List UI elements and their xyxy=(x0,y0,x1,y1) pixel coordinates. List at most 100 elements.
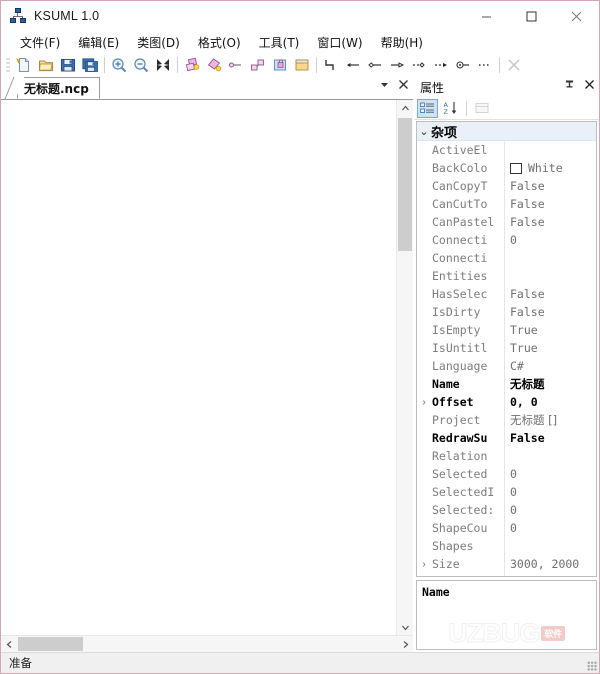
table-row[interactable]: ActiveEl xyxy=(417,141,596,159)
property-value[interactable]: 0 xyxy=(505,519,596,537)
table-row[interactable]: Project 无标题 [] xyxy=(417,411,596,429)
property-value[interactable]: 0 xyxy=(505,465,596,483)
zoom-out-icon[interactable] xyxy=(130,54,152,76)
pin-icon[interactable] xyxy=(564,79,575,93)
table-row[interactable]: CanCutTo False xyxy=(417,195,596,213)
save-all-icon[interactable] xyxy=(79,54,101,76)
property-value[interactable]: True xyxy=(505,321,596,339)
property-value[interactable]: False xyxy=(505,303,596,321)
property-value[interactable]: 无标题 [] xyxy=(505,411,596,429)
property-value[interactable] xyxy=(505,249,596,267)
fit-to-window-icon[interactable] xyxy=(152,54,174,76)
table-row[interactable]: SelectedI 0 xyxy=(417,483,596,501)
property-value[interactable]: C# xyxy=(505,357,596,375)
property-pages-button[interactable] xyxy=(472,99,493,118)
property-value[interactable]: 无标题 xyxy=(505,375,596,393)
table-row[interactable]: CanPastel False xyxy=(417,213,596,231)
table-row[interactable]: Language C# xyxy=(417,357,596,375)
property-category-misc[interactable]: ⌄ 杂项 xyxy=(417,122,596,141)
tab-close-icon[interactable] xyxy=(398,79,409,90)
property-value[interactable]: False xyxy=(505,177,596,195)
row-expander-icon[interactable]: › xyxy=(417,559,431,570)
table-row[interactable]: RedrawSu False xyxy=(417,429,596,447)
table-row[interactable]: IsEmpty True xyxy=(417,321,596,339)
diagram-canvas[interactable] xyxy=(1,100,396,635)
horizontal-scroll-thumb[interactable] xyxy=(18,637,83,651)
resize-grip[interactable] xyxy=(587,661,597,671)
tab-list-dropdown-icon[interactable] xyxy=(379,79,390,90)
dashed-arrow-icon[interactable] xyxy=(430,54,452,76)
arrow-filled-icon[interactable] xyxy=(342,54,364,76)
category-expander-icon[interactable]: ⌄ xyxy=(417,125,431,138)
table-row[interactable]: IsUntitl True xyxy=(417,339,596,357)
menu-help[interactable]: 帮助(H) xyxy=(372,32,432,53)
rectilinear-line-icon[interactable] xyxy=(320,54,342,76)
table-row[interactable]: TopSelec xyxy=(417,573,596,576)
property-value[interactable] xyxy=(505,267,596,285)
close-icon[interactable] xyxy=(584,79,595,93)
row-expander-icon[interactable]: › xyxy=(417,397,431,408)
table-row[interactable]: › Offset 0, 0 xyxy=(417,393,596,411)
table-row[interactable]: Relation xyxy=(417,447,596,465)
property-value[interactable]: 0, 0 xyxy=(505,393,596,411)
table-row[interactable]: IsDirty False xyxy=(417,303,596,321)
property-value[interactable]: 0 xyxy=(505,501,596,519)
property-value[interactable]: False xyxy=(505,213,596,231)
table-row[interactable]: Connecti 0 xyxy=(417,231,596,249)
open-folder-icon[interactable] xyxy=(35,54,57,76)
property-value[interactable]: 3000, 2000 xyxy=(505,555,596,573)
menu-tools[interactable]: 工具(T) xyxy=(250,32,309,53)
delete-icon[interactable] xyxy=(503,54,525,76)
dashed-diamond-icon[interactable] xyxy=(408,54,430,76)
property-value[interactable]: False xyxy=(505,429,596,447)
maximize-button[interactable] xyxy=(509,1,554,31)
toolbar-grip[interactable] xyxy=(6,57,10,73)
property-value[interactable]: 0 xyxy=(505,483,596,501)
canvas-horizontal-scrollbar[interactable] xyxy=(1,635,413,652)
table-row[interactable]: ShapeCou 0 xyxy=(417,519,596,537)
package-icon[interactable] xyxy=(247,54,269,76)
property-value[interactable]: True xyxy=(505,339,596,357)
menu-window[interactable]: 窗口(W) xyxy=(308,32,371,53)
association-icon[interactable] xyxy=(225,54,247,76)
canvas-vertical-scrollbar[interactable] xyxy=(396,100,413,635)
circle-line-icon[interactable] xyxy=(452,54,474,76)
note-icon[interactable] xyxy=(291,54,313,76)
alphabetical-sort-button[interactable]: A Z xyxy=(440,99,461,118)
scroll-up-button[interactable] xyxy=(397,100,413,116)
property-value[interactable] xyxy=(505,537,596,555)
menu-file[interactable]: 文件(F) xyxy=(11,32,69,53)
vertical-scroll-thumb[interactable] xyxy=(398,118,412,251)
save-icon[interactable] xyxy=(57,54,79,76)
scroll-left-button[interactable] xyxy=(1,636,17,652)
property-value[interactable] xyxy=(505,141,596,159)
add-class-icon[interactable] xyxy=(181,54,203,76)
close-button[interactable] xyxy=(554,1,599,31)
table-row[interactable]: Entities xyxy=(417,267,596,285)
dotted-line-icon[interactable] xyxy=(474,54,496,76)
document-tab[interactable]: 无标题.ncp xyxy=(17,77,100,99)
table-row[interactable]: Shapes xyxy=(417,537,596,555)
property-value[interactable]: White xyxy=(505,159,596,177)
new-file-icon[interactable] xyxy=(13,54,35,76)
menu-edit[interactable]: 编辑(E) xyxy=(69,32,128,53)
lock-icon[interactable] xyxy=(269,54,291,76)
arrow-open-icon[interactable] xyxy=(386,54,408,76)
horizontal-scroll-track[interactable] xyxy=(83,636,397,652)
property-value[interactable]: 0 xyxy=(505,231,596,249)
scroll-right-button[interactable] xyxy=(397,636,413,652)
minimize-button[interactable] xyxy=(464,1,509,31)
add-shape-icon[interactable] xyxy=(203,54,225,76)
table-row[interactable]: Selected 0 xyxy=(417,465,596,483)
table-row[interactable]: BackColo White xyxy=(417,159,596,177)
menu-format[interactable]: 格式(O) xyxy=(189,32,250,53)
menu-diagram[interactable]: 类图(D) xyxy=(128,32,189,53)
diamond-line-icon[interactable] xyxy=(364,54,386,76)
property-value[interactable]: False xyxy=(505,285,596,303)
property-value[interactable]: False xyxy=(505,195,596,213)
table-row[interactable]: Connecti xyxy=(417,249,596,267)
table-row[interactable]: CanCopyT False xyxy=(417,177,596,195)
table-row[interactable]: Name 无标题 xyxy=(417,375,596,393)
table-row[interactable]: › Size 3000, 2000 xyxy=(417,555,596,573)
property-value[interactable] xyxy=(505,573,596,576)
